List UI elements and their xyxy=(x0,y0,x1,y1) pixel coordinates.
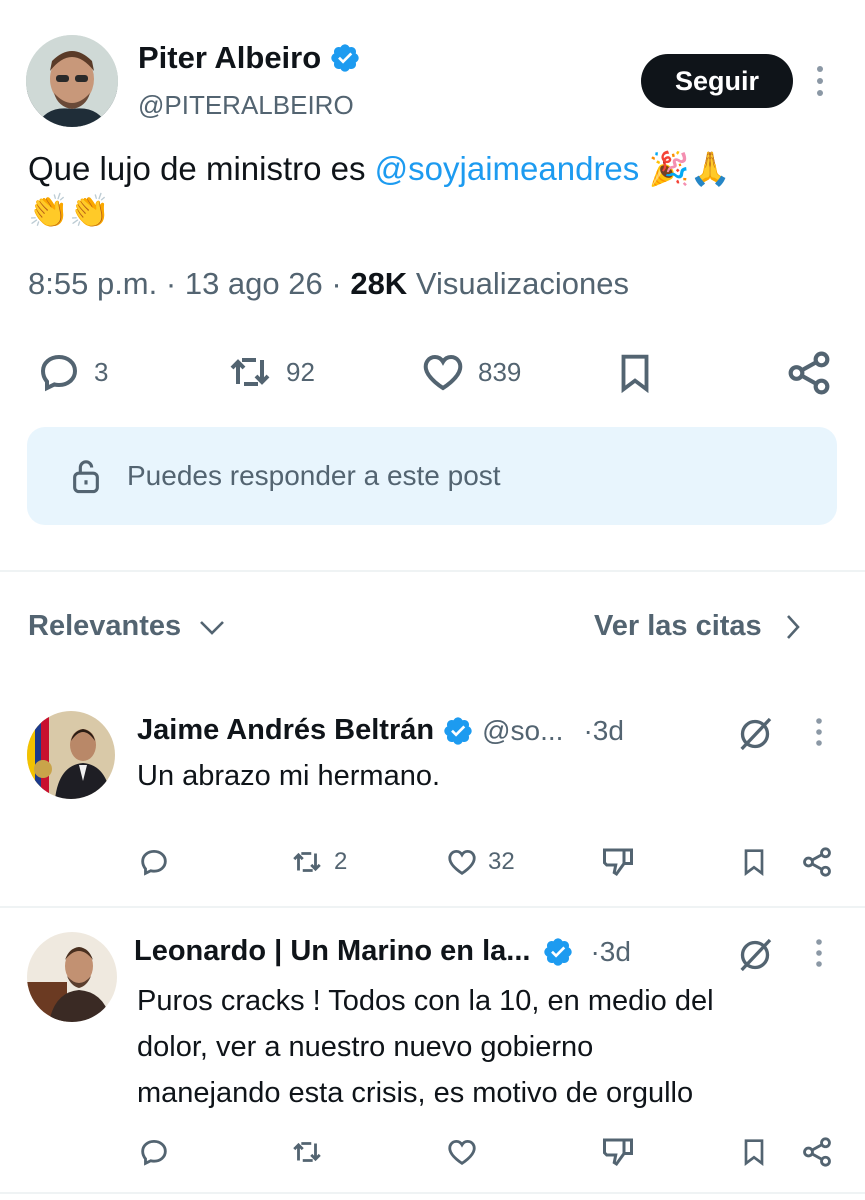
share-icon[interactable] xyxy=(784,348,834,398)
chevron-right-icon xyxy=(784,612,802,642)
like-button[interactable] xyxy=(444,1135,480,1169)
reply-author-name[interactable]: Jaime Andrés Beltrán xyxy=(137,714,434,747)
repost-icon xyxy=(288,1135,326,1169)
reply-permission-notice: Puedes responder a este post xyxy=(27,427,837,525)
grok-icon[interactable] xyxy=(735,935,775,975)
reply-time[interactable]: ·3d xyxy=(583,715,623,747)
heart-icon xyxy=(444,845,480,879)
reply-author-handle[interactable]: @so... xyxy=(482,715,563,747)
post-meta: 8:55 p.m. · 13 ago 26 · 28K Visualizacio… xyxy=(28,266,629,302)
repost-button[interactable] xyxy=(288,1135,326,1169)
reply-button[interactable] xyxy=(136,845,172,879)
reply-text-line: dolor, ver a nuestro nuevo gobierno xyxy=(137,1031,594,1063)
downvote-icon[interactable] xyxy=(600,1134,636,1170)
like-button[interactable]: 32 xyxy=(444,845,515,879)
more-options-icon[interactable] xyxy=(810,64,830,98)
reply-time[interactable]: ·3d xyxy=(590,936,630,968)
lock-open-icon xyxy=(69,456,103,496)
heart-icon xyxy=(444,1135,480,1169)
sort-label: Relevantes xyxy=(28,610,182,642)
repost-icon xyxy=(288,845,326,879)
reply-divider xyxy=(0,906,865,908)
post-time[interactable]: 8:55 p.m. xyxy=(28,266,157,301)
bookmark-icon[interactable] xyxy=(738,1135,770,1169)
section-divider xyxy=(0,570,865,572)
views-label[interactable]: Visualizaciones xyxy=(416,266,629,301)
post-text-body: Que lujo de ministro es xyxy=(28,150,375,187)
reply-icon xyxy=(34,348,84,396)
verified-badge-icon xyxy=(329,42,361,74)
author-avatar[interactable] xyxy=(26,35,118,127)
views-count: 28K xyxy=(350,266,408,301)
meta-separator: · xyxy=(331,266,342,301)
repost-icon xyxy=(224,348,276,396)
heart-icon xyxy=(418,348,468,396)
grok-icon[interactable] xyxy=(735,714,775,754)
emoji-group: 👏👏 xyxy=(28,192,111,229)
reply-divider xyxy=(0,1192,865,1194)
like-count: 839 xyxy=(478,356,522,387)
repost-count: 92 xyxy=(286,356,315,387)
bookmark-icon[interactable] xyxy=(738,845,770,879)
like-button[interactable]: 839 xyxy=(418,348,521,396)
post-date[interactable]: 13 ago 26 xyxy=(185,266,323,301)
follow-button[interactable]: Seguir xyxy=(641,54,793,108)
mention-link[interactable]: @soyjaimeandres xyxy=(375,150,640,187)
notice-text: Puedes responder a este post xyxy=(127,460,501,491)
verified-badge-icon xyxy=(442,715,474,747)
reply-header: Leonardo | Un Marino en la... ·3d xyxy=(134,935,631,968)
reply-icon xyxy=(136,1135,172,1169)
reply-header: Jaime Andrés Beltrán @so... ·3d xyxy=(137,714,624,747)
repost-count: 2 xyxy=(334,848,348,875)
like-count: 32 xyxy=(488,848,515,875)
reply-text-line: manejando esta crisis, es motivo de orgu… xyxy=(137,1077,694,1109)
more-options-icon[interactable] xyxy=(810,716,828,748)
repost-button[interactable]: 92 xyxy=(224,348,315,396)
view-quotes-link[interactable]: Ver las citas xyxy=(594,610,802,643)
sort-dropdown[interactable]: Relevantes xyxy=(28,610,227,643)
view-quotes-label: Ver las citas xyxy=(594,610,762,642)
reply-author-name[interactable]: Leonardo | Un Marino en la... xyxy=(134,935,530,968)
verified-badge-icon xyxy=(542,936,574,968)
author-name[interactable]: Piter Albeiro xyxy=(138,40,321,76)
reply-avatar[interactable] xyxy=(27,711,115,799)
reply-button[interactable]: 3 xyxy=(34,348,108,396)
share-icon[interactable] xyxy=(800,845,834,879)
reply-text: Puros cracks ! Todos con la 10, en medio… xyxy=(137,978,714,1116)
more-options-icon[interactable] xyxy=(810,937,828,969)
author-name-row: Piter Albeiro xyxy=(138,40,361,76)
share-icon[interactable] xyxy=(800,1135,834,1169)
reply-text-line: Puros cracks ! Todos con la 10, en medio… xyxy=(137,985,714,1017)
reply-text: Un abrazo mi hermano. xyxy=(137,760,441,792)
chevron-down-icon xyxy=(197,616,227,638)
meta-separator: · xyxy=(165,266,177,301)
author-handle[interactable]: @PITERALBEIRO xyxy=(138,90,354,121)
reply-button[interactable] xyxy=(136,1135,172,1169)
repost-button[interactable]: 2 xyxy=(288,845,347,879)
emoji-group: 🎉🙏 xyxy=(648,150,731,187)
bookmark-icon[interactable] xyxy=(612,348,658,398)
reply-avatar[interactable] xyxy=(27,932,117,1022)
post-text: Que lujo de ministro es @soyjaimeandres … xyxy=(28,148,838,232)
downvote-icon[interactable] xyxy=(600,844,636,880)
reply-count: 3 xyxy=(94,356,109,387)
reply-icon xyxy=(136,845,172,879)
